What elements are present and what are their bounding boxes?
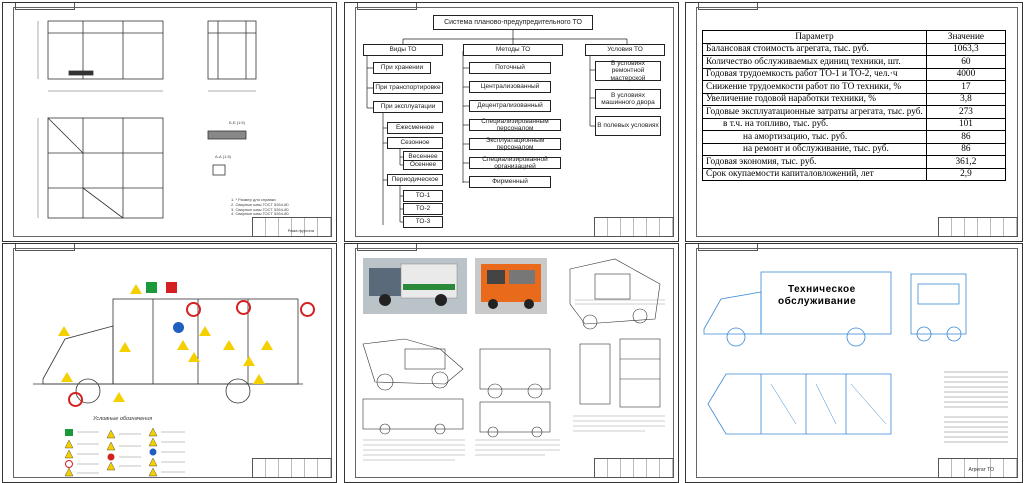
types-sub-item: Ежесменное	[387, 122, 443, 134]
sheet-maintenance-scheme: Система планово-предупредительного ТО Ви…	[344, 2, 679, 242]
title-block	[594, 217, 674, 237]
sheet-top-stamp	[698, 3, 758, 10]
sheet-truck-general-view: Техническое обслуживание Агрегат ТО	[685, 243, 1023, 483]
methods-item: Поточный	[469, 62, 551, 74]
table-row: Годовая трудоемкость работ ТО-1 и ТО-2, …	[702, 67, 1007, 81]
methods-heading: Методы ТО	[463, 44, 563, 56]
row-label: Увеличение годовой наработки техники, %	[702, 92, 927, 106]
technical-notes: 1. * Размер для справки 2. Сварные швы ГО…	[231, 197, 289, 217]
sheet-analogues	[344, 243, 679, 483]
row-value: 3,8	[925, 92, 1007, 106]
row-label: в т.ч. на топливо, тыс. руб.	[702, 117, 927, 131]
table-row: Балансовая стоимость агрегата, тыс. руб.…	[702, 42, 1007, 56]
types-heading: Виды ТО	[363, 44, 443, 56]
title-block	[252, 217, 332, 237]
types-sub-item: ТО-2	[403, 203, 443, 215]
section-label-b: Б-Б (1:5)	[229, 120, 245, 125]
title-block	[594, 458, 674, 478]
sheet-parameters-table: Параметр Значение Балансовая стоимость а…	[685, 2, 1023, 242]
row-label: Срок окупаемости капиталовложений, лет	[702, 167, 927, 181]
table-row: Годовые эксплуатационные затраты агрегат…	[702, 105, 1007, 119]
row-value: 1063,3	[925, 42, 1007, 56]
table-row: на ремонт и обслуживание, тыс. руб. 86	[702, 142, 1007, 156]
table-row: Снижение трудоемкости работ по ТО техник…	[702, 80, 1007, 94]
table-row: Срок окупаемости капиталовложений, лет 2,…	[702, 167, 1007, 181]
methods-item: Эксплуатационным персоналом	[469, 137, 561, 151]
sheet-frame-drawing: Б-Б (1:5) А-А (1:5) 1. * Размер для спра…	[2, 2, 337, 242]
row-value: 273	[925, 105, 1007, 119]
methods-item: Децентрализованный	[469, 100, 551, 112]
row-value: 101	[925, 117, 1007, 131]
methods-item: Фирменный	[469, 176, 551, 188]
table-row: Увеличение годовой наработки техники, % 3…	[702, 92, 1007, 106]
row-label: на ремонт и обслуживание, тыс. руб.	[702, 142, 927, 156]
types-sub-item: Периодическое	[387, 174, 443, 186]
row-label: Балансовая стоимость агрегата, тыс. руб.	[702, 42, 927, 56]
parameters-table: Параметр Значение Балансовая стоимость а…	[702, 30, 1007, 181]
types-item: При эксплуатации	[373, 101, 443, 113]
row-label: Годовые эксплуатационные затраты агрегат…	[702, 105, 927, 119]
title-block-name: Рама фургона	[287, 228, 314, 233]
types-sub-item: ТО-1	[403, 190, 443, 202]
types-sub-item: Осеннее	[403, 160, 443, 170]
types-item: При транспортировке	[373, 82, 443, 94]
text-block-lines	[363, 299, 665, 461]
row-label: Годовая трудоемкость работ ТО-1 и ТО-2, …	[702, 67, 927, 81]
header-value: Значение	[925, 30, 1007, 44]
row-label: на амортизацию, тыс. руб.	[702, 130, 927, 144]
legend-icons	[64, 427, 185, 477]
methods-item: Централизованный	[469, 81, 551, 93]
title-block	[252, 458, 332, 478]
row-value: 86	[925, 142, 1007, 156]
title-block	[938, 217, 1018, 237]
table-row: Годовая экономия, тыс. руб. 361,2	[702, 155, 1007, 169]
table-row: Количество обслуживаемых единиц техники,…	[702, 55, 1007, 69]
row-value: 361,2	[925, 155, 1007, 169]
conditions-item: В условиях машинного двора	[595, 89, 661, 109]
sheet-safety-signs: Условные обозначения	[2, 243, 337, 483]
methods-item: Специализированным персоналом	[469, 118, 561, 132]
scheme-title: Система планово-предупредительного ТО	[433, 15, 593, 30]
title-block-name: Агрегат ТО	[968, 467, 994, 473]
methods-item: Специализированной организацией	[469, 156, 561, 170]
types-sub-item: ТО-3	[403, 216, 443, 228]
conditions-item: В полевых условиях	[595, 116, 661, 136]
row-label: Количество обслуживаемых единиц техники,…	[702, 55, 927, 69]
table-row: в т.ч. на топливо, тыс. руб. 101	[702, 117, 1007, 131]
row-label: Снижение трудоемкости работ по ТО техник…	[702, 80, 927, 94]
spec-text-lines	[944, 371, 1008, 443]
header-parameter: Параметр	[702, 30, 927, 44]
row-label: Годовая экономия, тыс. руб.	[702, 155, 927, 169]
row-value: 2,9	[925, 167, 1007, 181]
row-value: 60	[925, 55, 1007, 69]
section-label-a: А-А (1:5)	[215, 154, 232, 159]
table-row: на амортизацию, тыс. руб. 86	[702, 130, 1007, 144]
row-value: 17	[925, 80, 1007, 94]
row-value: 86	[925, 130, 1007, 144]
conditions-item: В условиях ремонтной мастерской	[595, 60, 661, 82]
types-item: При хранении	[373, 62, 431, 74]
row-value: 4000	[925, 67, 1007, 81]
conditions-heading: Условия ТО	[585, 44, 665, 56]
table-header-row: Параметр Значение	[702, 30, 1007, 44]
types-sub-item: Сезонное	[387, 137, 443, 149]
